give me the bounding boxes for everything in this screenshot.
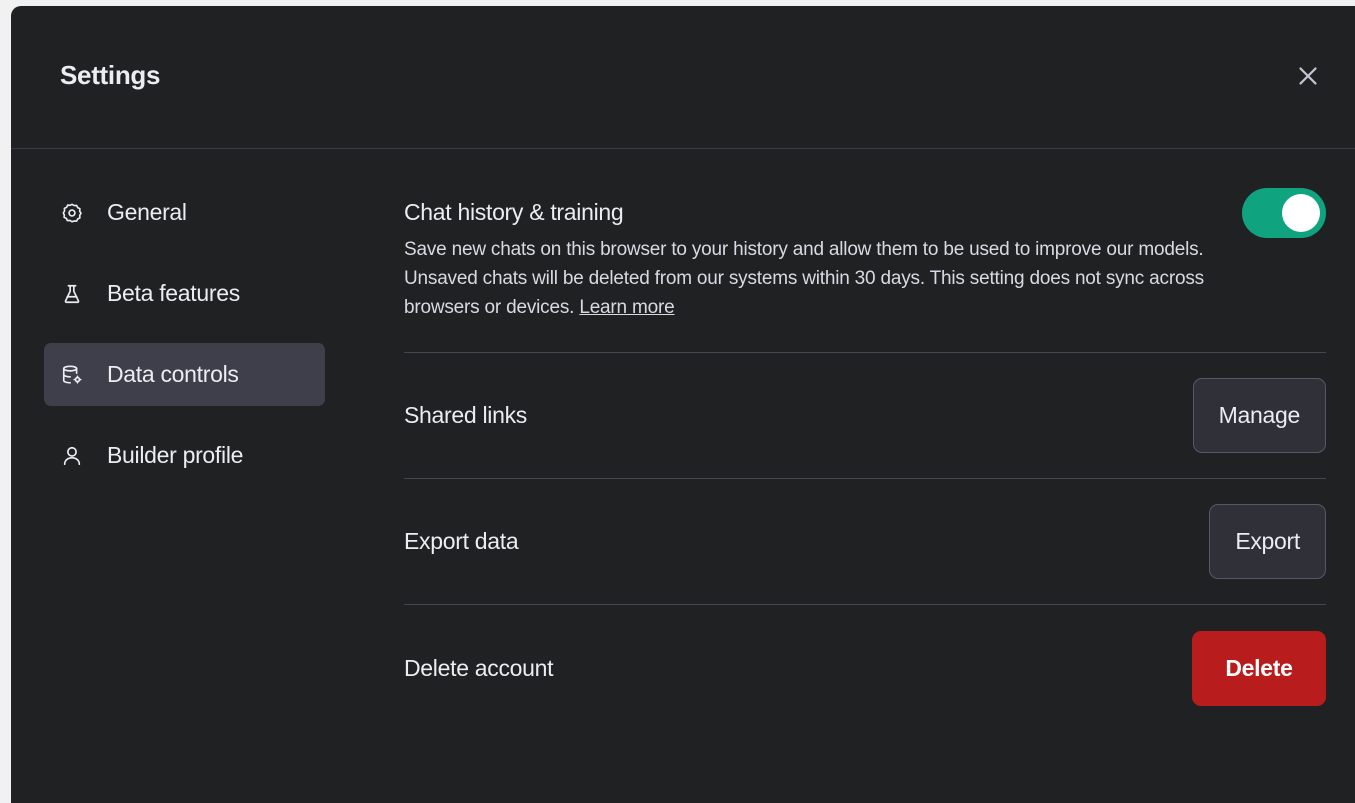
learn-more-link[interactable]: Learn more bbox=[579, 297, 674, 318]
sidebar-item-data-controls[interactable]: Data controls bbox=[44, 343, 325, 406]
chat-history-description-text: Save new chats on this browser to your h… bbox=[404, 239, 1204, 318]
delete-account-row: Delete account Delete bbox=[404, 605, 1326, 731]
database-icon bbox=[61, 364, 83, 386]
sidebar-item-beta-features[interactable]: Beta features bbox=[44, 262, 325, 325]
data-controls-panel: Chat history & training Save new chats o… bbox=[404, 177, 1326, 731]
export-data-row: Export data Export bbox=[404, 479, 1326, 605]
close-icon bbox=[1299, 67, 1317, 85]
gear-icon bbox=[61, 202, 83, 224]
delete-button[interactable]: Delete bbox=[1192, 630, 1326, 706]
flask-icon bbox=[61, 283, 83, 305]
chat-history-toggle[interactable] bbox=[1242, 188, 1326, 238]
sidebar-item-general[interactable]: General bbox=[44, 181, 325, 244]
settings-sidebar: General Beta features Data controls Buil… bbox=[44, 181, 325, 505]
sidebar-item-label: Data controls bbox=[107, 361, 239, 387]
sidebar-item-label: General bbox=[107, 199, 187, 225]
manage-button[interactable]: Manage bbox=[1192, 378, 1326, 453]
sidebar-item-label: Beta features bbox=[107, 280, 240, 306]
chat-history-description: Save new chats on this browser to your h… bbox=[404, 235, 1214, 322]
shared-links-label: Shared links bbox=[404, 402, 527, 428]
sidebar-item-builder-profile[interactable]: Builder profile bbox=[44, 424, 325, 487]
delete-account-label: Delete account bbox=[404, 654, 554, 681]
export-data-label: Export data bbox=[404, 528, 519, 554]
export-button[interactable]: Export bbox=[1209, 504, 1326, 579]
settings-dialog: Settings General Beta features Data cont… bbox=[11, 6, 1355, 803]
close-button[interactable] bbox=[1293, 61, 1323, 91]
chat-history-title: Chat history & training bbox=[404, 199, 624, 225]
sidebar-item-label: Builder profile bbox=[107, 442, 244, 468]
dialog-header: Settings bbox=[11, 6, 1355, 149]
toggle-knob bbox=[1282, 194, 1320, 232]
chat-history-section: Chat history & training Save new chats o… bbox=[404, 177, 1326, 353]
dialog-title: Settings bbox=[60, 60, 161, 90]
shared-links-row: Shared links Manage bbox=[404, 353, 1326, 479]
person-icon bbox=[61, 445, 83, 467]
